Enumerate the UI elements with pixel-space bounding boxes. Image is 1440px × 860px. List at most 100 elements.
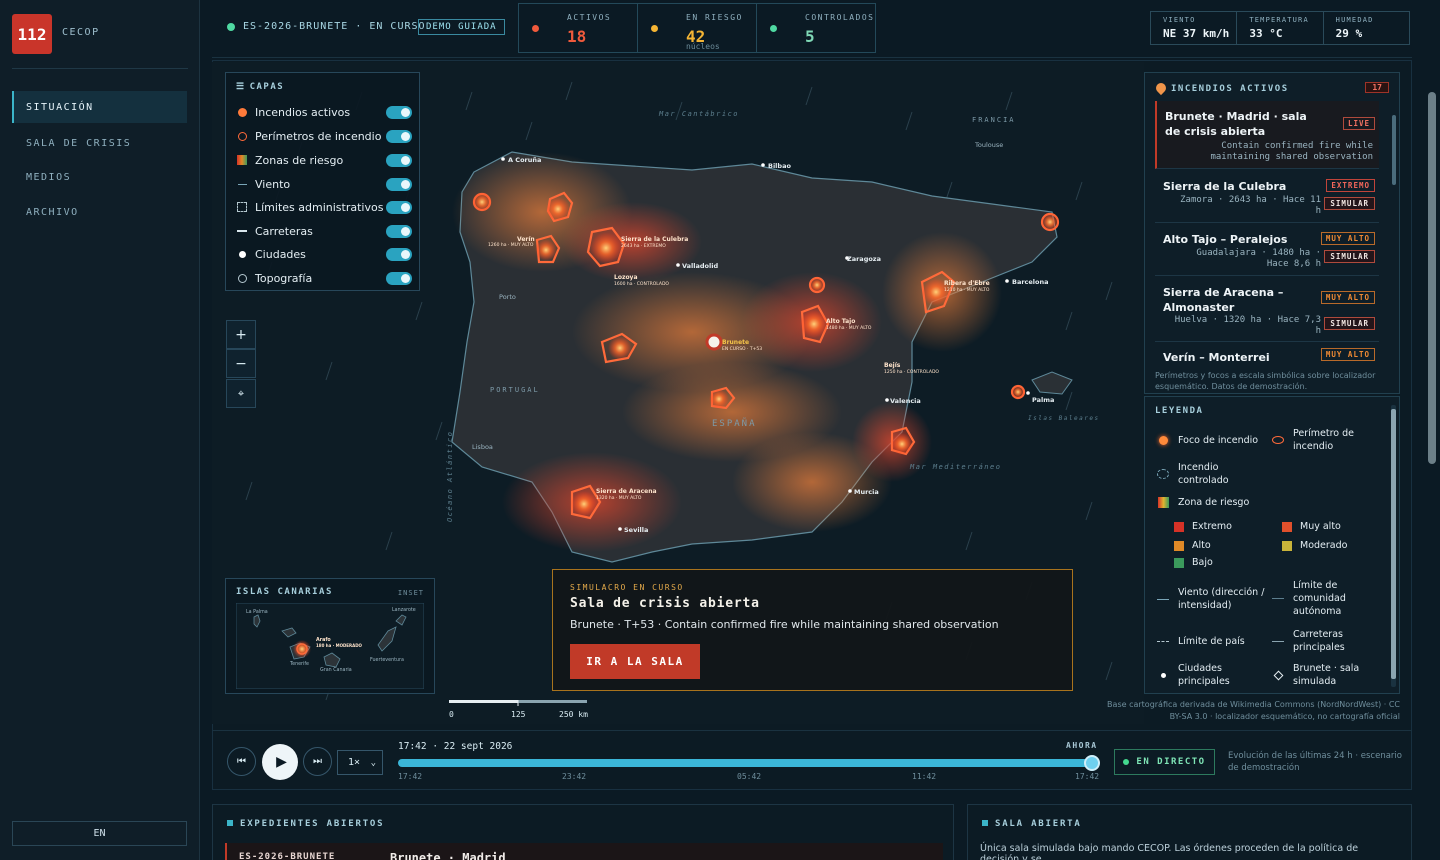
diamond-icon <box>1270 670 1286 680</box>
layer-viento[interactable]: Viento <box>236 175 412 193</box>
live-label: EN DIRECTO <box>1136 757 1206 767</box>
speed-value: 1× <box>348 757 361 768</box>
island-label: Fuerteventura <box>370 657 404 663</box>
skip-back-button[interactable]: ⏮ <box>227 747 256 776</box>
layer-zonas-riesgo[interactable]: Zonas de riesgo <box>236 151 412 169</box>
speed-select[interactable]: 1× ⌄ <box>337 750 383 775</box>
layers-panel: ☰ CAPAS Incendios activos Perímetros de i… <box>225 72 420 291</box>
fire-label: Lozoya <box>614 274 638 281</box>
sea-label-mediterraneo: Mar Mediterráneo <box>909 463 1001 471</box>
nav-sala-de-crisis[interactable]: SALA DE CRISIS <box>12 127 187 159</box>
fire-label: Ribera d'Ebre <box>944 280 990 287</box>
wind-arrow-icon <box>1155 598 1171 600</box>
fire-sublabel: 1320 ha · MUY ALTO <box>596 495 642 501</box>
language-button[interactable]: EN <box>12 821 187 846</box>
layer-carreteras[interactable]: Carreteras <box>236 222 412 240</box>
timeline-bar: ⏮ ▶ ⏭ 1× ⌄ 17:42 · 22 sept 2026 AHORA 17:… <box>212 730 1412 790</box>
reset-north-button[interactable]: ⌖ <box>226 379 256 408</box>
city-label: Valencia <box>890 397 921 405</box>
zoom-out-button[interactable]: − <box>226 349 256 378</box>
stat-controlados: CONTROLADOS 5 <box>757 4 875 52</box>
layer-toggle[interactable] <box>386 247 412 261</box>
nav-situacion[interactable]: SITUACIÓN <box>12 91 187 123</box>
legend-title: LEYENDA <box>1155 406 1204 416</box>
legend-label: Alto <box>1192 540 1211 551</box>
simulate-button[interactable]: SIMULAR <box>1324 317 1375 330</box>
legend-item-wind: Viento (dirección / intensidad) <box>1155 586 1265 612</box>
sea-label-cantabrico: Mar Cantábrico <box>658 110 739 118</box>
layer-topografia[interactable]: Topografía <box>236 269 412 287</box>
live-button[interactable]: EN DIRECTO <box>1114 749 1215 775</box>
fire-label: Sierra de Aracena <box>596 488 657 495</box>
case-row[interactable]: ES-2026-BRUNETE Brunete · Madrid <box>225 843 943 860</box>
legend-scrollbar[interactable] <box>1391 405 1396 687</box>
fire-pin-icon <box>1153 80 1169 96</box>
layer-toggle[interactable] <box>386 224 412 238</box>
risk-gradient-icon <box>236 154 248 166</box>
swatch-icon <box>1281 540 1293 551</box>
nav-medios[interactable]: MEDIOS <box>12 161 187 193</box>
city-label: Bilbao <box>768 162 791 170</box>
demo-guided-button[interactable]: DEMO GUIADA <box>418 19 505 35</box>
layer-toggle[interactable] <box>386 177 412 191</box>
fire-item-brunete[interactable]: Brunete · Madrid · sala de crisis abiert… <box>1155 101 1379 169</box>
skip-forward-button[interactable]: ⏭ <box>303 747 332 776</box>
layer-toggle[interactable] <box>386 129 412 143</box>
status-dot-icon <box>532 25 539 32</box>
legend-item-bajo: Bajo <box>1173 556 1213 569</box>
fire-label: Bejís <box>884 362 901 369</box>
layer-toggle[interactable] <box>386 271 412 285</box>
layer-label: Viento <box>255 177 291 191</box>
fire-item-alto-tajo[interactable]: Alto Tajo – Peralejos Guadalajara · 1480… <box>1155 224 1379 276</box>
fire-label: Verín <box>517 236 535 243</box>
layer-perimetros[interactable]: Perímetros de incendio <box>236 127 412 145</box>
page-scrollbar[interactable] <box>1428 92 1436 464</box>
open-cases-panel: EXPEDIENTES ABIERTOS ES-2026-BRUNETE Bru… <box>212 804 954 860</box>
canary-islands-inset: ISLAS CANARIAS INSET La Palma Lanzarote … <box>225 578 435 694</box>
fire-sublabel: EN CURSO · T+53 <box>722 346 762 352</box>
go-to-room-button[interactable]: IR A LA SALA <box>570 644 700 679</box>
severity-badge: MUY ALTO <box>1320 348 1375 361</box>
legend-item-roads: Carreteras principales <box>1270 628 1370 654</box>
open-room-title: SALA ABIERTA <box>982 819 1082 829</box>
layer-toggle[interactable] <box>386 200 412 214</box>
timeline-handle[interactable] <box>1084 755 1100 771</box>
fire-label: Brunete <box>722 339 749 346</box>
zoom-in-button[interactable]: + <box>226 320 256 349</box>
weather-label: HUMEDAD <box>1335 16 1374 24</box>
layer-ciudades[interactable]: Ciudades <box>236 245 412 263</box>
nav-archivo[interactable]: ARCHIVO <box>12 196 187 228</box>
weather-label: TEMPERATURA <box>1249 16 1309 24</box>
layer-limites[interactable]: Límites administrativos <box>236 198 412 216</box>
fires-title: INCENDIOS ACTIVOS <box>1171 84 1289 94</box>
fire-sublabel: 1480 ha · MUY ALTO <box>826 325 872 331</box>
simulate-button[interactable]: SIMULAR <box>1324 197 1375 210</box>
list-scrollbar[interactable] <box>1392 115 1396 185</box>
layer-incendios-activos[interactable]: Incendios activos <box>236 103 412 121</box>
stat-activos: ACTIVOS 18 <box>519 4 638 52</box>
legend-label: Límite de comunidad autónoma <box>1293 580 1346 617</box>
open-cases-title: EXPEDIENTES ABIERTOS <box>227 819 384 829</box>
fire-item-sierra-culebra[interactable]: Sierra de la Culebra Zamora · 2643 ha · … <box>1155 171 1379 223</box>
timeline-tick: 17:42 <box>398 772 423 781</box>
layer-toggle[interactable] <box>386 105 412 119</box>
layer-label: Zonas de riesgo <box>255 153 344 167</box>
stats-panel: ACTIVOS 18 EN RIESGO 42 núcleos CONTROLA… <box>518 3 876 53</box>
stat-value: 18 <box>567 27 587 46</box>
brunete-marker[interactable] <box>705 333 723 351</box>
country-label-portugal: PORTUGAL <box>490 386 540 394</box>
incident-id: ES-2026-BRUNETE · EN CURSO <box>243 21 426 32</box>
layer-toggle[interactable] <box>386 153 412 167</box>
sidebar: 112 CECOP SITUACIÓN SALA DE CRISIS MEDIO… <box>0 0 200 860</box>
simulate-button[interactable]: SIMULAR <box>1324 250 1375 263</box>
city-label: Sevilla <box>624 526 648 534</box>
fire-meta: Huelva · 1320 ha · Hace 7,3 h <box>1174 315 1321 336</box>
simulation-description: Brunete · T+53 · Contain confirmed fire … <box>570 618 999 631</box>
fire-item-verin[interactable]: Verín – Monterrei MUY ALTO <box>1155 343 1379 367</box>
status-dot-icon <box>651 25 658 32</box>
dashed-line-icon <box>1155 641 1171 642</box>
layers-title-text: CAPAS <box>249 82 285 92</box>
timeline-track[interactable] <box>398 759 1094 767</box>
play-button[interactable]: ▶ <box>262 744 298 780</box>
fire-item-sierra-aracena[interactable]: Sierra de Aracena – Almonaster Huelva · … <box>1155 277 1379 342</box>
